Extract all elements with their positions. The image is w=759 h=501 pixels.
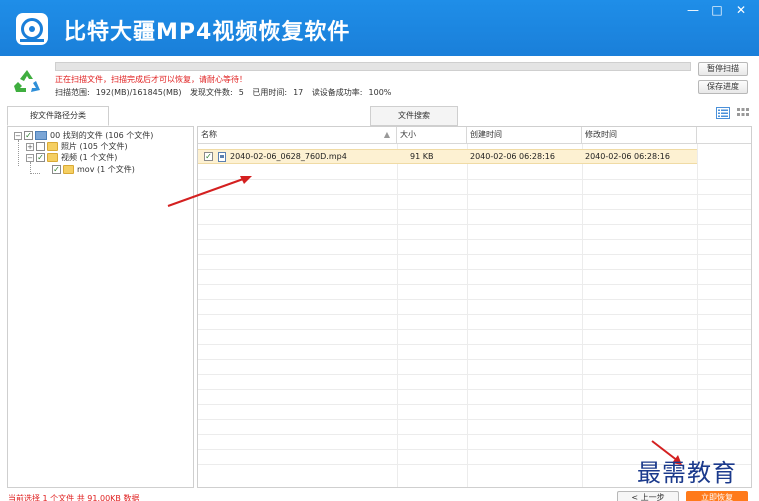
tree-item-label: 照片 (105 个文件): [61, 142, 128, 151]
selection-status: 当前选择 1 个文件 共 91.00KB 数据: [8, 494, 140, 501]
column-header-extra: [697, 127, 751, 144]
annotation-arrow-icon: [167, 176, 252, 207]
close-button[interactable]: ✕: [731, 2, 751, 18]
folder-icon: [63, 165, 74, 174]
folder-icon: [47, 142, 58, 151]
app-logo-icon: [16, 13, 48, 45]
collapse-icon[interactable]: −: [14, 131, 22, 140]
file-modified: 2040-02-06 06:28:16: [585, 152, 670, 161]
file-list-panel: 名称 ▲ 大小 创建时间 修改时间 ✓ 2040-02-06_0628_760D…: [197, 126, 752, 488]
maximize-button[interactable]: □: [707, 2, 727, 18]
checkbox[interactable]: ✓: [36, 153, 45, 162]
recycle-icon: [14, 70, 40, 92]
success-value: 100%: [368, 88, 392, 97]
list-view-icon[interactable]: [716, 107, 730, 119]
tree-item-label: 00 找到的文件 (106 个文件): [50, 131, 154, 140]
file-created: 2040-02-06 06:28:16: [470, 152, 555, 161]
found-label: 发现文件数:: [190, 88, 233, 97]
tree-item-photos[interactable]: + 照片 (105 个文件): [26, 141, 128, 152]
sort-asc-icon: ▲: [383, 130, 390, 139]
tab-file-search[interactable]: 文件搜索: [370, 106, 458, 126]
column-header-name[interactable]: 名称 ▲: [198, 127, 397, 144]
video-file-icon: [218, 152, 226, 162]
grid-view-icon[interactable]: [736, 107, 750, 119]
success-label: 读设备成功率:: [311, 88, 363, 97]
minimize-button[interactable]: —: [683, 2, 703, 18]
recover-now-button[interactable]: 立即恢复: [686, 491, 748, 501]
column-header-modified[interactable]: 修改时间: [582, 127, 697, 144]
expand-icon[interactable]: +: [26, 142, 34, 151]
range-value: 192(MB)/161845(MB): [95, 88, 182, 97]
checkbox[interactable]: ✓: [24, 131, 33, 140]
checkbox[interactable]: ✓: [52, 165, 61, 174]
title-bar: 比特大疆MP4视频恢复软件 — □ ✕: [0, 0, 759, 56]
elapsed-value: 17: [293, 88, 304, 97]
range-label: 扫描范围:: [55, 88, 90, 97]
scan-progress-bar: [55, 62, 691, 71]
computer-icon: [35, 131, 47, 140]
tree-item-videos[interactable]: − ✓ 视频 (1 个文件): [26, 152, 117, 163]
file-size: 91 KB: [410, 152, 434, 161]
column-header-created[interactable]: 创建时间: [467, 127, 582, 144]
table-row[interactable]: ✓ 2040-02-06_0628_760D.mp4 91 KB 2040-02…: [198, 149, 697, 164]
scan-stats: 扫描范围: 192(MB)/161845(MB) 发现文件数: 5 已用时间: 17 …: [55, 87, 397, 98]
file-name: 2040-02-06_0628_760D.mp4: [230, 152, 347, 161]
column-name-label: 名称: [201, 130, 217, 139]
checkbox[interactable]: [36, 142, 45, 151]
tree-item-mov[interactable]: ✓ mov (1 个文件): [52, 164, 135, 175]
scan-status-text: 正在扫描文件，扫描完成后才可以恢复，请耐心等待！: [55, 75, 247, 84]
collapse-icon[interactable]: −: [26, 153, 34, 162]
found-value: 5: [238, 88, 244, 97]
pause-scan-button[interactable]: 暂停扫描: [698, 62, 748, 76]
previous-step-button[interactable]: < 上一步: [617, 491, 679, 501]
folder-icon: [47, 153, 58, 162]
tree-item-root[interactable]: − ✓ 00 找到的文件 (106 个文件): [14, 130, 153, 141]
tree-item-label: mov (1 个文件): [77, 165, 135, 174]
app-title: 比特大疆MP4视频恢复软件: [64, 20, 351, 45]
watermark-text: 最需教育: [637, 459, 737, 487]
column-header-size[interactable]: 大小: [397, 127, 467, 144]
save-progress-button[interactable]: 保存进度: [698, 80, 748, 94]
tree-item-label: 视频 (1 个文件): [61, 153, 118, 162]
row-checkbox[interactable]: ✓: [204, 152, 213, 161]
tab-file-path[interactable]: 按文件路径分类: [7, 106, 109, 126]
elapsed-label: 已用时间:: [252, 88, 288, 97]
